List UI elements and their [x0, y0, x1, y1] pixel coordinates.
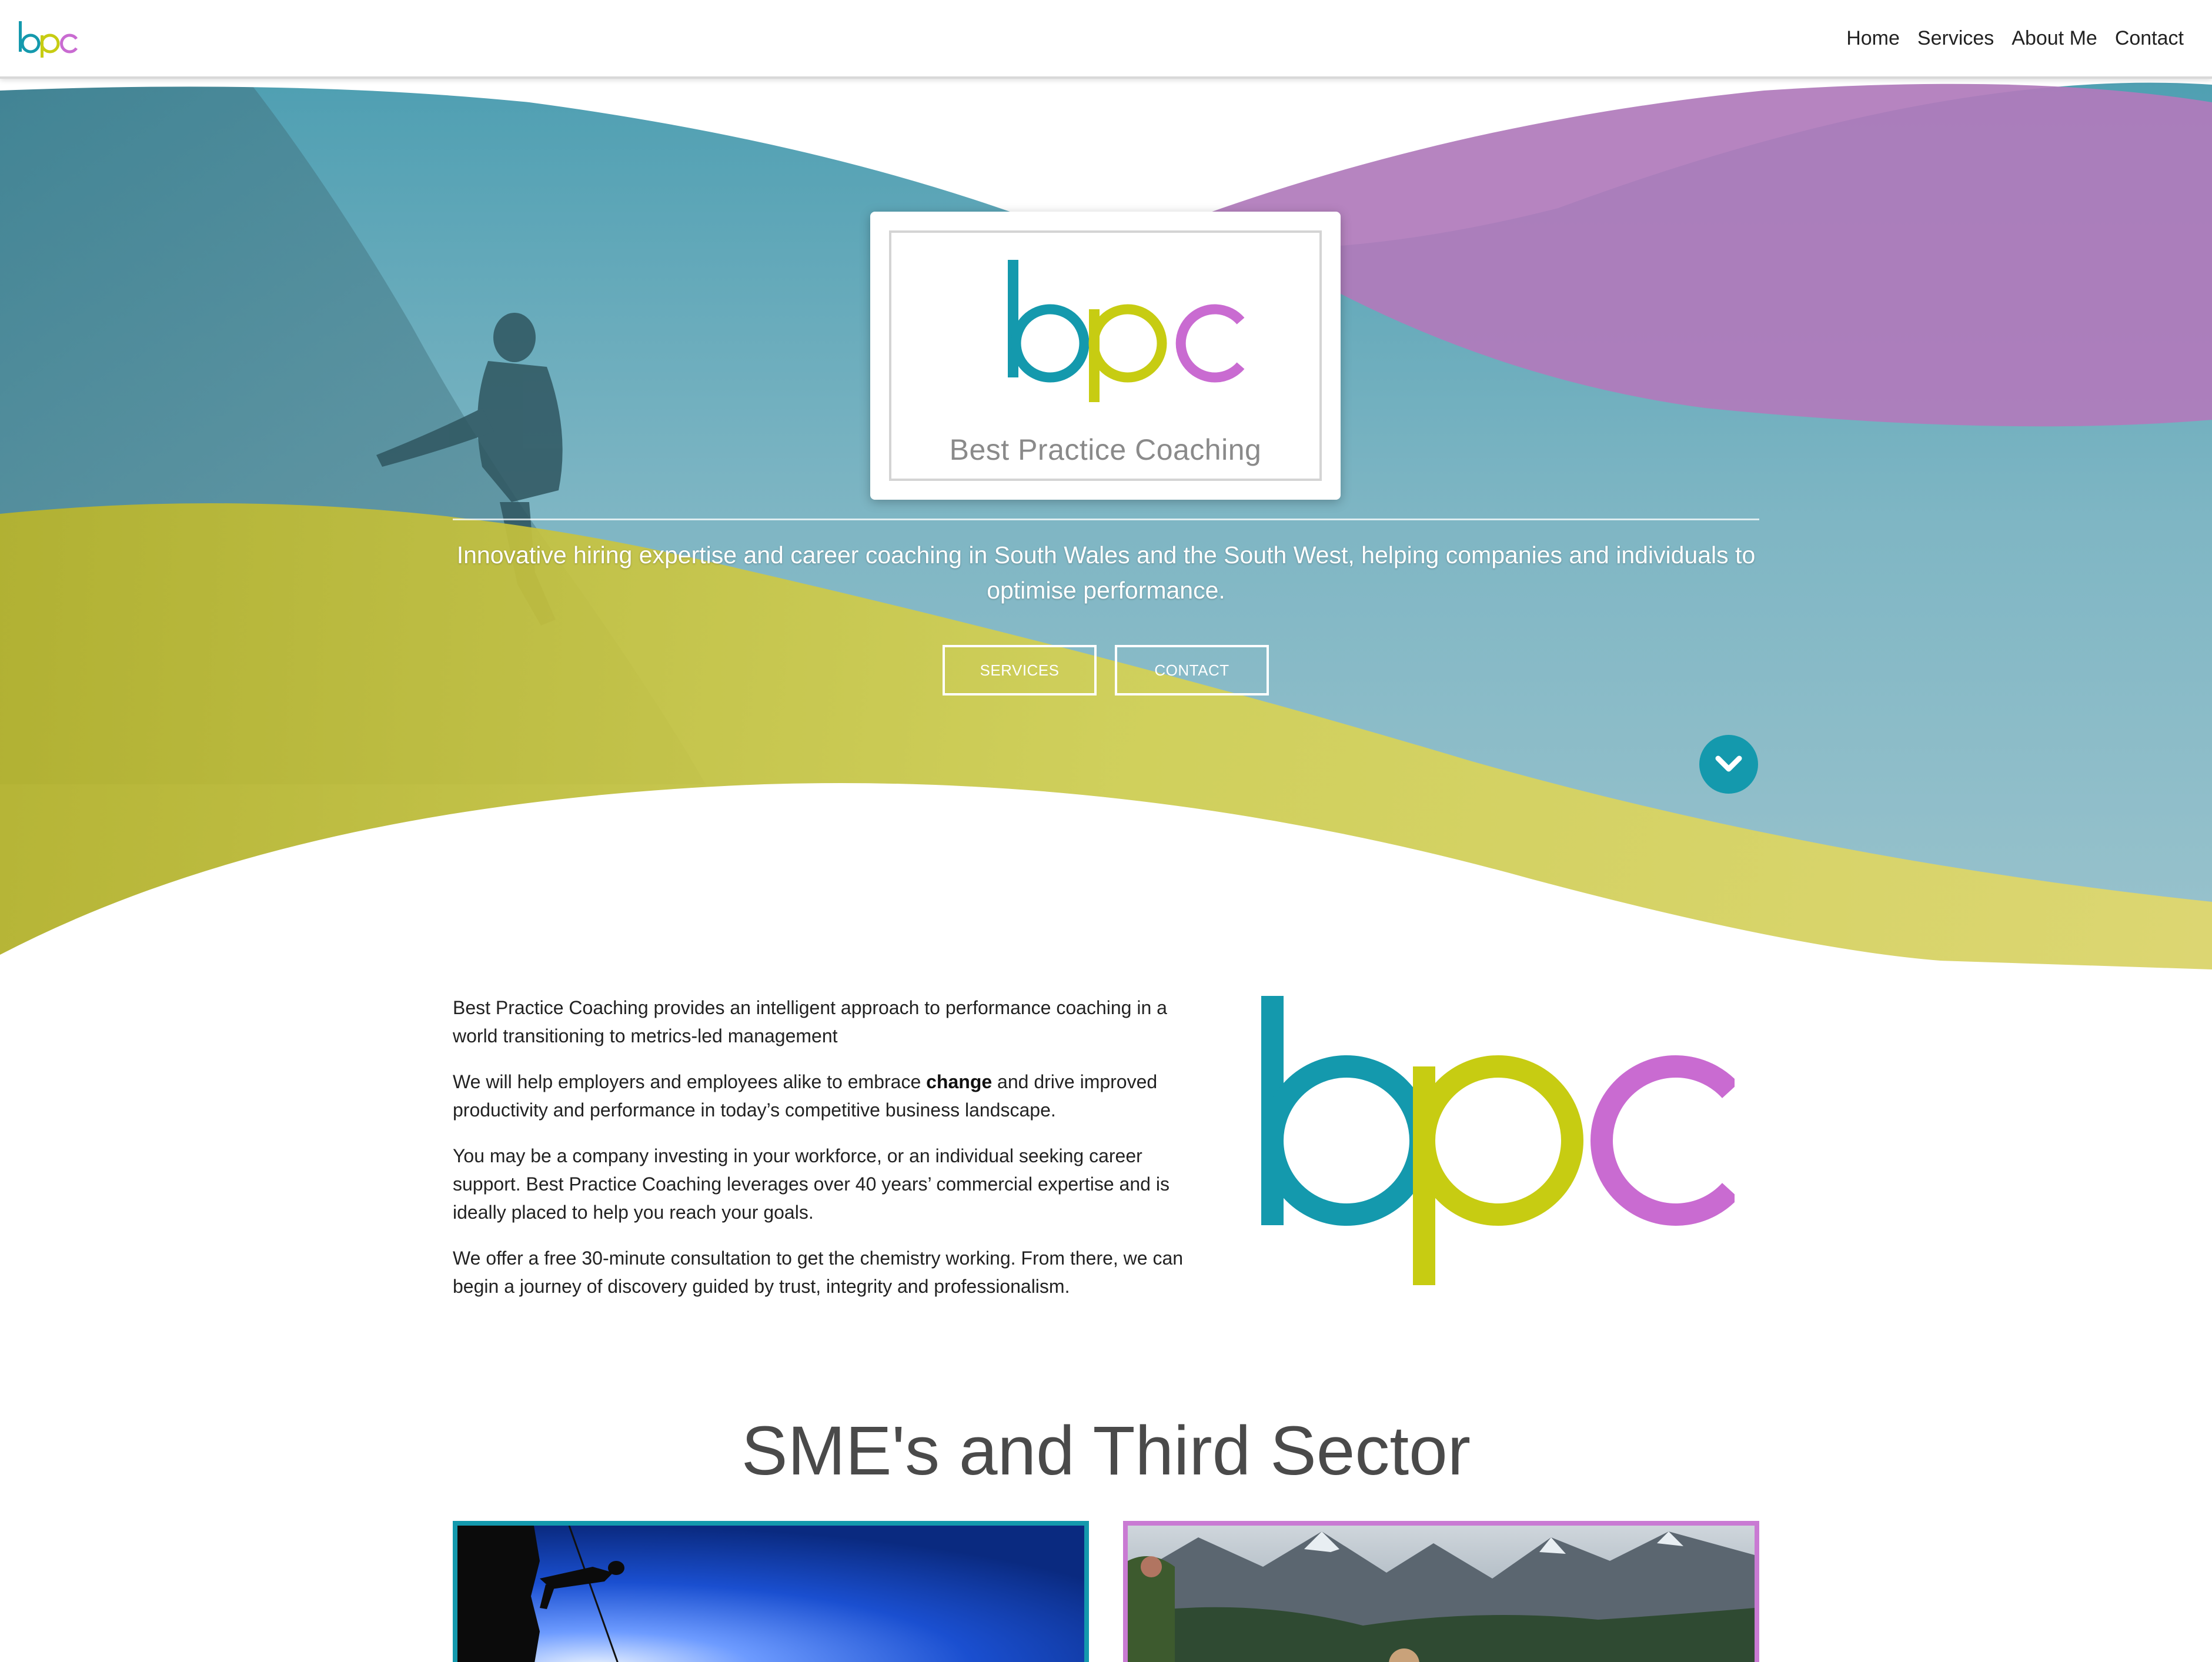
intro-paragraph-4: We offer a free 30-minute consultation t… — [453, 1248, 1184, 1297]
intro-paragraph-2-start: We will help employers and employees ali… — [453, 1071, 927, 1092]
nav-logo[interactable] — [15, 16, 80, 59]
services-button[interactable]: SERVICES — [943, 645, 1097, 695]
hero-bpc-logo — [1008, 260, 1245, 402]
hero-section: Best Practice Coaching Innovative hiring… — [0, 79, 2212, 969]
card-climber-image — [457, 1526, 1084, 1662]
scroll-down-button[interactable] — [1699, 735, 1758, 794]
intro-paragraph-3: You may be a company investing in your w… — [453, 1145, 1170, 1223]
nav-about-link[interactable]: About Me — [2011, 27, 2097, 50]
large-bpc-logo — [1261, 996, 1735, 1285]
nav-services-link[interactable]: Services — [1917, 27, 1994, 50]
hero-divider — [453, 519, 1759, 520]
hero-logo-card: Best Practice Coaching — [870, 212, 1341, 500]
sme-card-mountains[interactable] — [1123, 1521, 1759, 1662]
contact-button[interactable]: CONTACT — [1115, 645, 1269, 695]
nav-links: Home Services About Me Contact — [1846, 0, 2184, 76]
chevron-down-icon — [1715, 755, 1742, 772]
intro-text: Best Practice Coaching provides an intel… — [453, 994, 1211, 1318]
hero-logo-card-border: Best Practice Coaching — [889, 230, 1322, 481]
nav-contact-link[interactable]: Contact — [2115, 27, 2184, 50]
hero-brand-name: Best Practice Coaching — [949, 433, 1262, 466]
hero-tagline: Innovative hiring expertise and career c… — [456, 541, 1756, 604]
card-mountain-image — [1128, 1526, 1755, 1662]
section-title: SME's and Third Sector — [741, 1412, 1471, 1490]
intro-paragraph-2: We will help employers and employees ali… — [453, 1068, 1211, 1124]
intro-paragraph-1: Best Practice Coaching provides an intel… — [453, 997, 1167, 1046]
intro-change-emphasis: change — [926, 1071, 993, 1092]
sme-card-climber[interactable] — [453, 1521, 1089, 1662]
nav-home-link[interactable]: Home — [1846, 27, 1900, 50]
navbar: Home Services About Me Contact — [0, 0, 2212, 79]
